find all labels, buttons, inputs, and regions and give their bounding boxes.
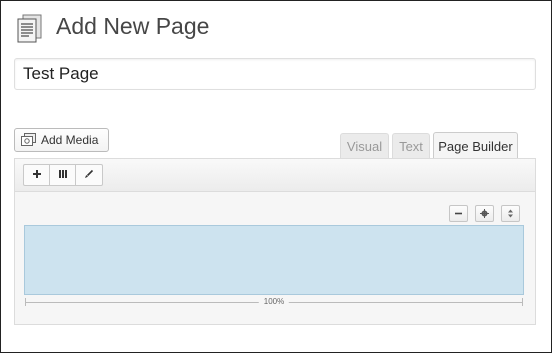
- plus-icon: [32, 166, 42, 184]
- width-tick-right: [522, 298, 523, 306]
- add-media-label: Add Media: [41, 133, 99, 147]
- tab-visual-label: Visual: [346, 139, 383, 154]
- tab-text[interactable]: Text: [392, 133, 430, 159]
- settings-icon: [480, 205, 489, 223]
- width-label: 100%: [258, 297, 290, 307]
- add-row-button[interactable]: [50, 165, 76, 185]
- columns-icon: [58, 166, 68, 184]
- tab-page-builder-label: Page Builder: [438, 138, 513, 154]
- builder-row-cell[interactable]: [24, 225, 524, 295]
- pages-icon: [15, 14, 45, 44]
- row-settings-button[interactable]: [475, 205, 494, 222]
- tab-page-builder[interactable]: Page Builder: [433, 132, 518, 159]
- page-title: Add New Page: [56, 13, 210, 39]
- row-width-indicator: 100%: [25, 297, 523, 307]
- width-tick-left: [25, 298, 26, 306]
- page-builder-panel: 100%: [14, 158, 536, 325]
- prebuilt-layout-button[interactable]: [76, 165, 102, 185]
- row-controls: [449, 205, 520, 222]
- tab-text-label: Text: [399, 139, 423, 154]
- brush-icon: [84, 166, 94, 184]
- move-icon: [506, 205, 515, 223]
- window-frame: Add New Page Add Media Visual Text Page …: [0, 0, 552, 353]
- builder-toolbar: [15, 159, 535, 192]
- minus-icon: [454, 205, 463, 223]
- tab-visual[interactable]: Visual: [340, 133, 389, 159]
- row-move-button[interactable]: [501, 205, 520, 222]
- add-widget-button[interactable]: [24, 165, 50, 185]
- media-icon: [21, 133, 36, 147]
- add-media-button[interactable]: Add Media: [14, 128, 109, 152]
- builder-tool-group: [23, 164, 103, 186]
- post-title-input[interactable]: [14, 58, 536, 90]
- row-delete-button[interactable]: [449, 205, 468, 222]
